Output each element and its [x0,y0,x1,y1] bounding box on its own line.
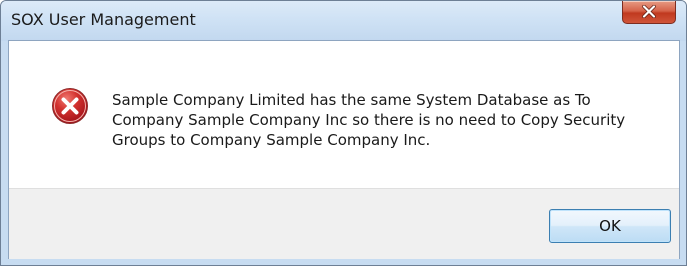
message-dialog-window: SOX User Management Sample Company Limit… [0,0,687,266]
ok-button[interactable]: OK [549,209,671,243]
message-text: Sample Company Limited has the same Syst… [112,91,626,149]
button-bar: OK [9,188,679,259]
close-icon [642,5,656,18]
title-bar[interactable]: SOX User Management [1,1,686,41]
error-icon [52,88,88,124]
message-area: Sample Company Limited has the same Syst… [9,41,679,188]
window-title: SOX User Management [11,10,196,29]
close-button[interactable] [622,1,676,24]
dialog-client-area: Sample Company Limited has the same Syst… [8,40,680,259]
